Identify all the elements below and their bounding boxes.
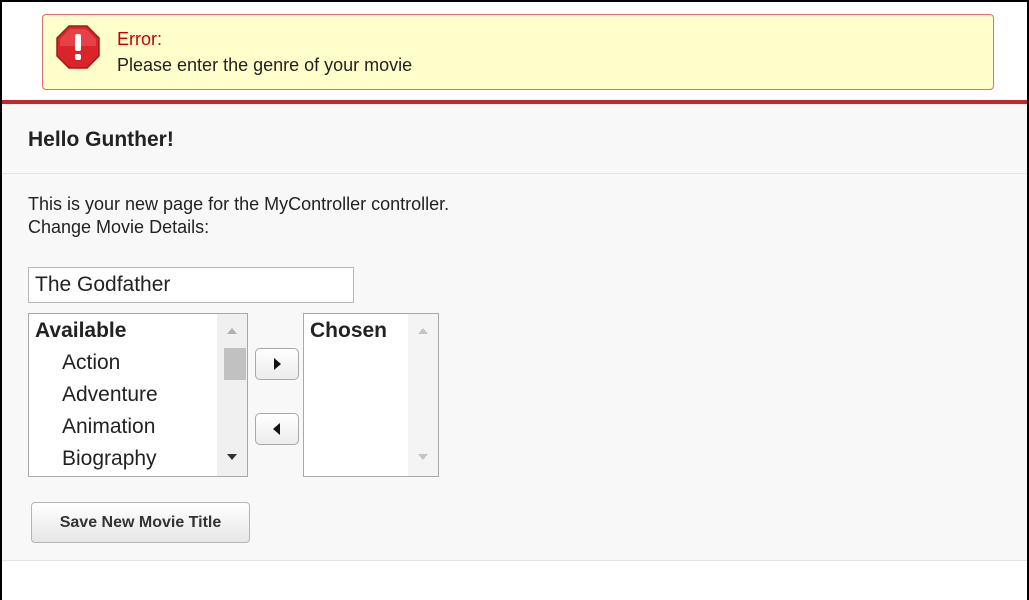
page-title: Hello Gunther! — [28, 128, 174, 151]
scroll-down-icon[interactable] — [227, 454, 237, 460]
chosen-header: Chosen — [310, 319, 388, 342]
scroll-up-icon[interactable] — [418, 328, 428, 334]
change-details-label: Change Movie Details: — [28, 217, 210, 237]
error-stop-icon — [56, 25, 100, 69]
add-genre-button[interactable] — [255, 348, 299, 380]
scroll-thumb[interactable] — [224, 348, 246, 380]
movie-title-input[interactable] — [28, 267, 354, 303]
available-genres-listbox[interactable]: Available Action Adventure Animation Bio… — [28, 313, 248, 477]
genre-option[interactable]: Animation — [62, 415, 155, 439]
arrow-right-icon — [274, 358, 281, 370]
arrow-left-icon — [273, 423, 280, 435]
scroll-down-icon[interactable] — [418, 454, 428, 460]
chosen-genres-listbox[interactable]: Chosen — [303, 313, 439, 477]
available-scrollbar[interactable] — [217, 314, 247, 476]
error-title: Error: — [117, 29, 162, 49]
page-block: Hello Gunther! This is your new page for… — [2, 104, 1027, 561]
remove-genre-button[interactable] — [255, 413, 299, 445]
available-header: Available — [35, 319, 127, 342]
page-header: Hello Gunther! — [2, 104, 1027, 174]
save-movie-title-button[interactable]: Save New Movie Title — [31, 502, 250, 543]
genre-option[interactable]: Biography — [62, 447, 157, 471]
genre-option[interactable]: Adventure — [62, 383, 158, 407]
error-message: Please enter the genre of your movie — [117, 55, 413, 75]
genre-option[interactable]: Action — [62, 351, 120, 375]
error-area: Error: Please enter the genre of your mo… — [2, 2, 1027, 100]
chosen-scrollbar[interactable] — [408, 314, 438, 476]
error-message-box: Error: Please enter the genre of your mo… — [42, 14, 994, 90]
scroll-up-icon[interactable] — [227, 328, 237, 334]
intro-text: This is your new page for the MyControll… — [28, 194, 450, 214]
